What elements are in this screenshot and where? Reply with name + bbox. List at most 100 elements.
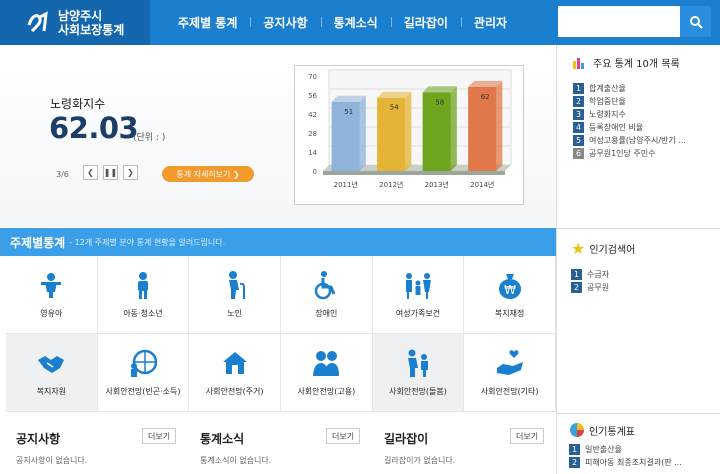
more-button[interactable]: 더보기 xyxy=(510,428,545,444)
more-button[interactable]: 더보기 xyxy=(142,428,177,444)
search-button[interactable] xyxy=(680,6,711,37)
rank-number: 2 xyxy=(573,96,584,107)
category-label: 사회안전망(빈곤·소득) xyxy=(105,387,181,396)
bar-top xyxy=(468,80,503,87)
nav-news[interactable]: 통계소식 xyxy=(320,14,391,31)
category-safety-employment[interactable]: 사회안전망(고용) xyxy=(280,334,373,412)
guide-board: 길라잡이 더보기 길라잡이가 없습니다. xyxy=(374,418,554,474)
rank-number: 5 xyxy=(573,135,584,146)
indicator-unit: (단위 : ) xyxy=(133,133,166,143)
list-item-label: 노령화지수 xyxy=(589,110,626,119)
list-item[interactable]: 2 피해아동 최종조치결과(판 ... xyxy=(569,456,720,469)
category-band: 주제별통계 - 12개 주제별 분야 통계 현황을 알려드립니다. xyxy=(0,228,556,256)
detail-button[interactable]: 통계 자세히보기 ❯ xyxy=(162,166,254,182)
search-input[interactable] xyxy=(558,6,680,37)
popular-table-header: 인기통계표 xyxy=(569,422,720,438)
board-empty-text: 통계소식이 없습니다. xyxy=(200,456,272,465)
indicator-name: 노령화지수 xyxy=(50,97,106,111)
category-label: 사회안전망(고용) xyxy=(297,387,356,396)
list-item[interactable]: 5 여성고용률(남양주시/반기 ... xyxy=(573,134,720,147)
list-item[interactable]: 1 일반출산율 xyxy=(569,443,720,456)
x-tick-label: 2011년 xyxy=(334,180,358,189)
category-infant[interactable]: 영유아 xyxy=(6,256,98,334)
more-button[interactable]: 더보기 xyxy=(326,428,361,444)
category-safety-care[interactable]: 사회안전망(돌봄) xyxy=(372,334,465,412)
category-grid: 영유아 아동·청소년 노인 장애인 여성가족보건 ₩ 복지재정 복지자원 사회안… xyxy=(6,256,556,412)
y-tick-label: 14 xyxy=(308,149,317,157)
nav-notice[interactable]: 공지사항 xyxy=(250,14,320,31)
category-welfare-resources[interactable]: 복지자원 xyxy=(6,334,98,412)
popular-search-list: 1 수급자 2 공무원 xyxy=(571,268,720,294)
site-logo[interactable]: 남양주시 사회보장통계 xyxy=(0,0,150,45)
x-tick-label: 2013년 xyxy=(425,180,449,189)
pause-button[interactable]: ❚❚ xyxy=(103,165,118,180)
rank-number: 2 xyxy=(571,282,582,293)
category-elderly[interactable]: 노인 xyxy=(189,256,281,334)
rank-number: 1 xyxy=(569,444,580,455)
board-empty-text: 공지사항이 없습니다. xyxy=(16,456,88,465)
list-item[interactable]: 1 수급자 xyxy=(571,268,720,281)
list-item-label: 합계출산율 xyxy=(589,84,626,93)
list-item[interactable]: 2 공무원 xyxy=(571,281,720,294)
notice-board: 공지사항 더보기 공지사항이 없습니다. xyxy=(6,418,186,474)
list-item[interactable]: 6 공무원1인당 주민수 xyxy=(573,147,720,160)
category-safety-other[interactable]: 사회안전망(기타) xyxy=(464,334,556,412)
y-tick-label: 56 xyxy=(308,92,317,100)
bar-chart: 0 14 28 42 56 70 51 2011년 54 2012년 58 2013년 62 2014년 xyxy=(308,69,512,189)
top-header: 남양주시 사회보장통계 주제별 통계 공지사항 통계소식 길라잡이 관리자 xyxy=(0,0,720,45)
list-item-label: 일반출산율 xyxy=(585,445,622,454)
x-tick-label: 2014년 xyxy=(470,180,494,189)
popular-table-panel: 인기통계표 1 일반출산율 2 피해아동 최종조치결과(판 ... xyxy=(556,413,720,474)
popular-table-title: 인기통계표 xyxy=(589,426,635,438)
pie-chart-icon xyxy=(570,423,584,437)
list-item[interactable]: 4 등록장애인 비율 xyxy=(573,121,720,134)
list-item-label: 여성고용률(남양주시/반기 ... xyxy=(589,136,686,145)
next-button[interactable]: ❯ xyxy=(123,165,138,180)
nav-admin[interactable]: 관리자 xyxy=(460,14,520,31)
category-disabled[interactable]: 장애인 xyxy=(280,256,373,334)
youth-icon xyxy=(137,272,148,299)
y-tick-label: 70 xyxy=(308,73,317,81)
nav-guide[interactable]: 길라잡이 xyxy=(390,14,461,31)
board-title: 길라잡이 xyxy=(384,432,429,446)
handshake-icon xyxy=(38,356,65,373)
list-item-label: 공무원1인당 주민수 xyxy=(589,149,656,158)
category-welfare-finance[interactable]: ₩ 복지재정 xyxy=(464,256,556,334)
board-empty-text: 길라잡이가 없습니다. xyxy=(384,456,456,465)
logo-line1: 남양주시 xyxy=(58,8,103,23)
data-label: 54 xyxy=(390,104,399,112)
category-label: 사회안전망(돌봄) xyxy=(389,387,447,396)
y-tick-label: 28 xyxy=(308,130,317,138)
logo-line2: 사회보장통계 xyxy=(58,22,125,37)
nav-topic-stats[interactable]: 주제별 통계 xyxy=(165,14,250,31)
elderly-icon xyxy=(228,271,245,299)
band-title: 주제별통계 xyxy=(10,235,66,250)
list-item[interactable]: 3 노령화지수 xyxy=(573,108,720,121)
list-item[interactable]: 2 학업중단율 xyxy=(573,95,720,108)
category-safety-poverty[interactable]: 사회안전망(빈곤·소득) xyxy=(97,334,190,412)
bar-top xyxy=(422,86,457,93)
baby-icon xyxy=(41,273,62,298)
category-label: 복지재정 xyxy=(494,309,525,318)
bar-side xyxy=(359,95,366,171)
house-icon xyxy=(222,352,247,374)
list-item-label: 등록장애인 비율 xyxy=(589,123,644,132)
prev-button[interactable]: ❮ xyxy=(83,165,98,180)
list-item-label: 학업중단율 xyxy=(589,97,626,106)
popular-table-list: 1 일반출산율 2 피해아동 최종조치결과(판 ... xyxy=(569,443,720,469)
star-icon: ★ xyxy=(571,239,586,258)
category-women-family[interactable]: 여성가족보건 xyxy=(372,256,465,334)
list-item[interactable]: 1 합계출산율 xyxy=(573,82,720,95)
category-youth[interactable]: 아동·청소년 xyxy=(97,256,190,334)
rank-number: 1 xyxy=(573,83,584,94)
rank-number: 2 xyxy=(569,457,580,468)
top10-title: 주요 통계 10개 목록 xyxy=(593,59,680,70)
bar-side xyxy=(496,80,503,171)
category-label: 여성가족보건 xyxy=(395,309,441,318)
bar-top xyxy=(377,91,412,98)
category-safety-housing[interactable]: 사회안전망(주거) xyxy=(189,334,281,412)
money-bag-icon: ₩ xyxy=(498,274,521,299)
category-label: 사회안전망(주거) xyxy=(205,387,264,396)
rank-number: 6 xyxy=(573,148,584,159)
slide-pager: 3/6 xyxy=(56,170,69,179)
